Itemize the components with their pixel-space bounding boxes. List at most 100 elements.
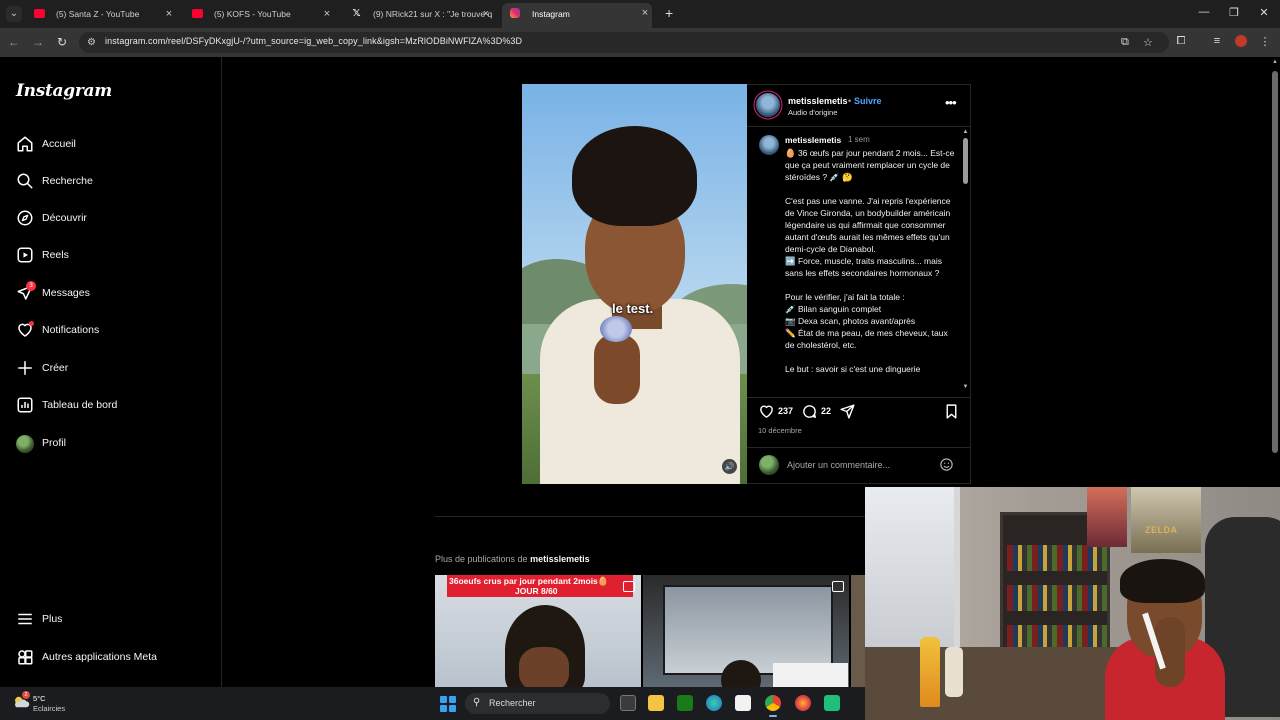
post-thumbnail[interactable] (851, 575, 865, 688)
avatar (759, 455, 779, 475)
sidebar-item-tableau-de-bord[interactable]: Tableau de bord (16, 396, 206, 416)
sidebar-item-reels[interactable]: Reels (16, 246, 206, 266)
messages-badge: 3 (26, 281, 36, 291)
profile-avatar[interactable] (1235, 35, 1247, 47)
post-actions: 237 22 10 décembre (747, 397, 971, 437)
sidebar-item-decouvrir[interactable]: Découvrir (16, 209, 206, 229)
caption-username[interactable]: metisslemetis (785, 135, 841, 145)
scroll-down-icon[interactable]: ▼ (962, 384, 969, 390)
comment-count[interactable]: 22 (821, 406, 831, 416)
caption-timestamp[interactable]: 1 sem (848, 135, 870, 144)
sidebar-item-accueil[interactable]: Accueil (16, 135, 206, 155)
install-app-icon[interactable]: ⧉ (1121, 36, 1129, 49)
tab-close-button[interactable]: × (162, 4, 176, 24)
share-icon[interactable] (839, 403, 856, 420)
sidebar-item-label: Messages (42, 287, 90, 299)
minimize-button[interactable]: — (1194, 6, 1214, 18)
webcam-overlay: ZELDA (865, 487, 1280, 720)
restore-button[interactable]: ❐ (1224, 6, 1244, 19)
mute-toggle-icon[interactable]: 🔊 (722, 459, 737, 474)
comment-input[interactable]: Ajouter un commentaire... (787, 460, 890, 470)
sidebar-item-notifications[interactable]: Notifications (16, 321, 206, 341)
extensions-icon[interactable]: ⧠ (1173, 35, 1189, 48)
author-avatar[interactable] (756, 93, 780, 117)
instagram-sidebar: Instagram Accueil Recherche Découvrir Re… (0, 57, 222, 687)
poster-text: ZELDA (1145, 525, 1178, 535)
x-icon: 𝕏 (352, 8, 361, 19)
bookmark-icon[interactable] (943, 403, 960, 420)
caption-paragraph: ✏️ État de ma peau, de mes cheveux, taux… (785, 328, 948, 350)
scroll-up-icon[interactable]: ▲ (1270, 59, 1280, 65)
weather-temperature[interactable]: 5°C (33, 694, 46, 703)
scroll-up-icon[interactable]: ▲ (962, 129, 969, 135)
task-view-icon[interactable] (620, 695, 636, 711)
windows-start-button[interactable] (440, 696, 456, 712)
post-thumbnail[interactable] (643, 575, 849, 688)
tab-close-button[interactable]: × (638, 3, 652, 24)
app-icon[interactable] (824, 695, 840, 711)
windows-logo-tile (440, 696, 447, 703)
instagram-logo[interactable]: Instagram (16, 81, 112, 101)
like-heart-icon[interactable] (758, 403, 775, 420)
bookmark-star-icon[interactable]: ☆ (1143, 36, 1153, 49)
tab-title: (5) Santa Z - YouTube (56, 9, 140, 19)
sidebar-item-label: Notifications (42, 324, 100, 336)
tab-close-button[interactable]: × (479, 4, 493, 24)
like-count[interactable]: 237 (778, 406, 793, 416)
tab-instagram[interactable]: Instagram × (502, 3, 652, 28)
nvidia-icon[interactable] (677, 695, 693, 711)
author-avatar[interactable] (759, 135, 779, 155)
sidebar-item-autres-applications-meta[interactable]: Autres applications Meta (16, 648, 206, 668)
plus-icon (18, 361, 32, 375)
notification-dot (29, 321, 34, 326)
chrome-browser-icon[interactable] (765, 695, 781, 717)
sidebar-item-profil[interactable]: Profil (16, 434, 206, 454)
webcam-poster: ZELDA (1131, 487, 1201, 553)
taskbar-search[interactable]: ⚲ Rechercher (465, 693, 610, 714)
thumbnail-subtitle: JOUR 8/60 (515, 586, 558, 596)
back-arrow-icon[interactable]: ← (6, 35, 22, 49)
site-settings-icon[interactable]: ⚙ (87, 37, 98, 48)
browser-menu-icon[interactable]: ⋮ (1257, 35, 1273, 48)
file-explorer-icon[interactable] (648, 695, 664, 711)
address-bar[interactable]: ⚙ instagram.com/reel/DSFyDKxgjU-/?utm_so… (79, 32, 1169, 53)
weather-condition[interactable]: Eclaircies (33, 704, 65, 713)
post-thumbnail[interactable]: 36oeufs crus par jour pendant 2mois🥚 JOU… (435, 575, 641, 688)
tab-search-button[interactable]: ⌄ (6, 6, 22, 22)
youtube-icon (34, 9, 45, 18)
follow-button[interactable]: Suivre (854, 96, 882, 106)
video-caption: le test. (612, 301, 654, 316)
person-face (519, 647, 569, 688)
section-divider (435, 516, 865, 517)
reading-list-icon[interactable]: ≡ (1209, 35, 1225, 47)
scrollbar-thumb[interactable] (963, 138, 968, 184)
tab-close-button[interactable]: × (320, 4, 334, 24)
url-text[interactable]: instagram.com/reel/DSFyDKxgjU-/?utm_sour… (105, 36, 522, 46)
comment-icon[interactable] (801, 403, 818, 420)
reel-video-player[interactable]: le test. 🔊 (522, 84, 747, 484)
more-options-icon[interactable]: ••• (945, 95, 957, 110)
caption-scrollbar[interactable]: ▲ ▼ (962, 129, 969, 393)
edge-browser-icon[interactable] (706, 695, 722, 711)
more-posts-author[interactable]: metisslemetis (530, 554, 590, 564)
microsoft-store-icon[interactable] (735, 695, 751, 711)
tab-kofs-youtube[interactable]: (5) KOFS - YouTube × (184, 4, 334, 24)
close-window-button[interactable]: ✕ (1254, 6, 1274, 19)
author-username[interactable]: metisslemetis (788, 96, 848, 106)
tab-x-nrick21[interactable]: 𝕏 (9) NRick21 sur X : "Je trouve q × (343, 4, 493, 24)
reload-icon[interactable]: ↻ (54, 35, 70, 49)
tab-title: (5) KOFS - YouTube (214, 9, 291, 19)
forward-arrow-icon[interactable]: → (30, 35, 46, 49)
emoji-icon[interactable] (939, 457, 954, 472)
firefox-icon[interactable] (795, 695, 811, 711)
instagram-icon (510, 8, 520, 18)
sidebar-item-creer[interactable]: Créer (16, 359, 206, 379)
audio-link[interactable]: Audio d'origine (788, 108, 837, 117)
sidebar-item-plus[interactable]: Plus (16, 610, 206, 630)
sidebar-item-recherche[interactable]: Recherche (16, 172, 206, 192)
sidebar-item-messages[interactable]: 3 Messages (16, 281, 206, 304)
caption-paragraph: 🥚 36 œufs par jour pendant 2 mois... Est… (785, 148, 955, 182)
tab-santa-z-youtube[interactable]: (5) Santa Z - YouTube × (26, 4, 176, 24)
new-tab-button[interactable]: + (665, 5, 673, 21)
scrollbar-thumb[interactable] (1272, 71, 1278, 453)
